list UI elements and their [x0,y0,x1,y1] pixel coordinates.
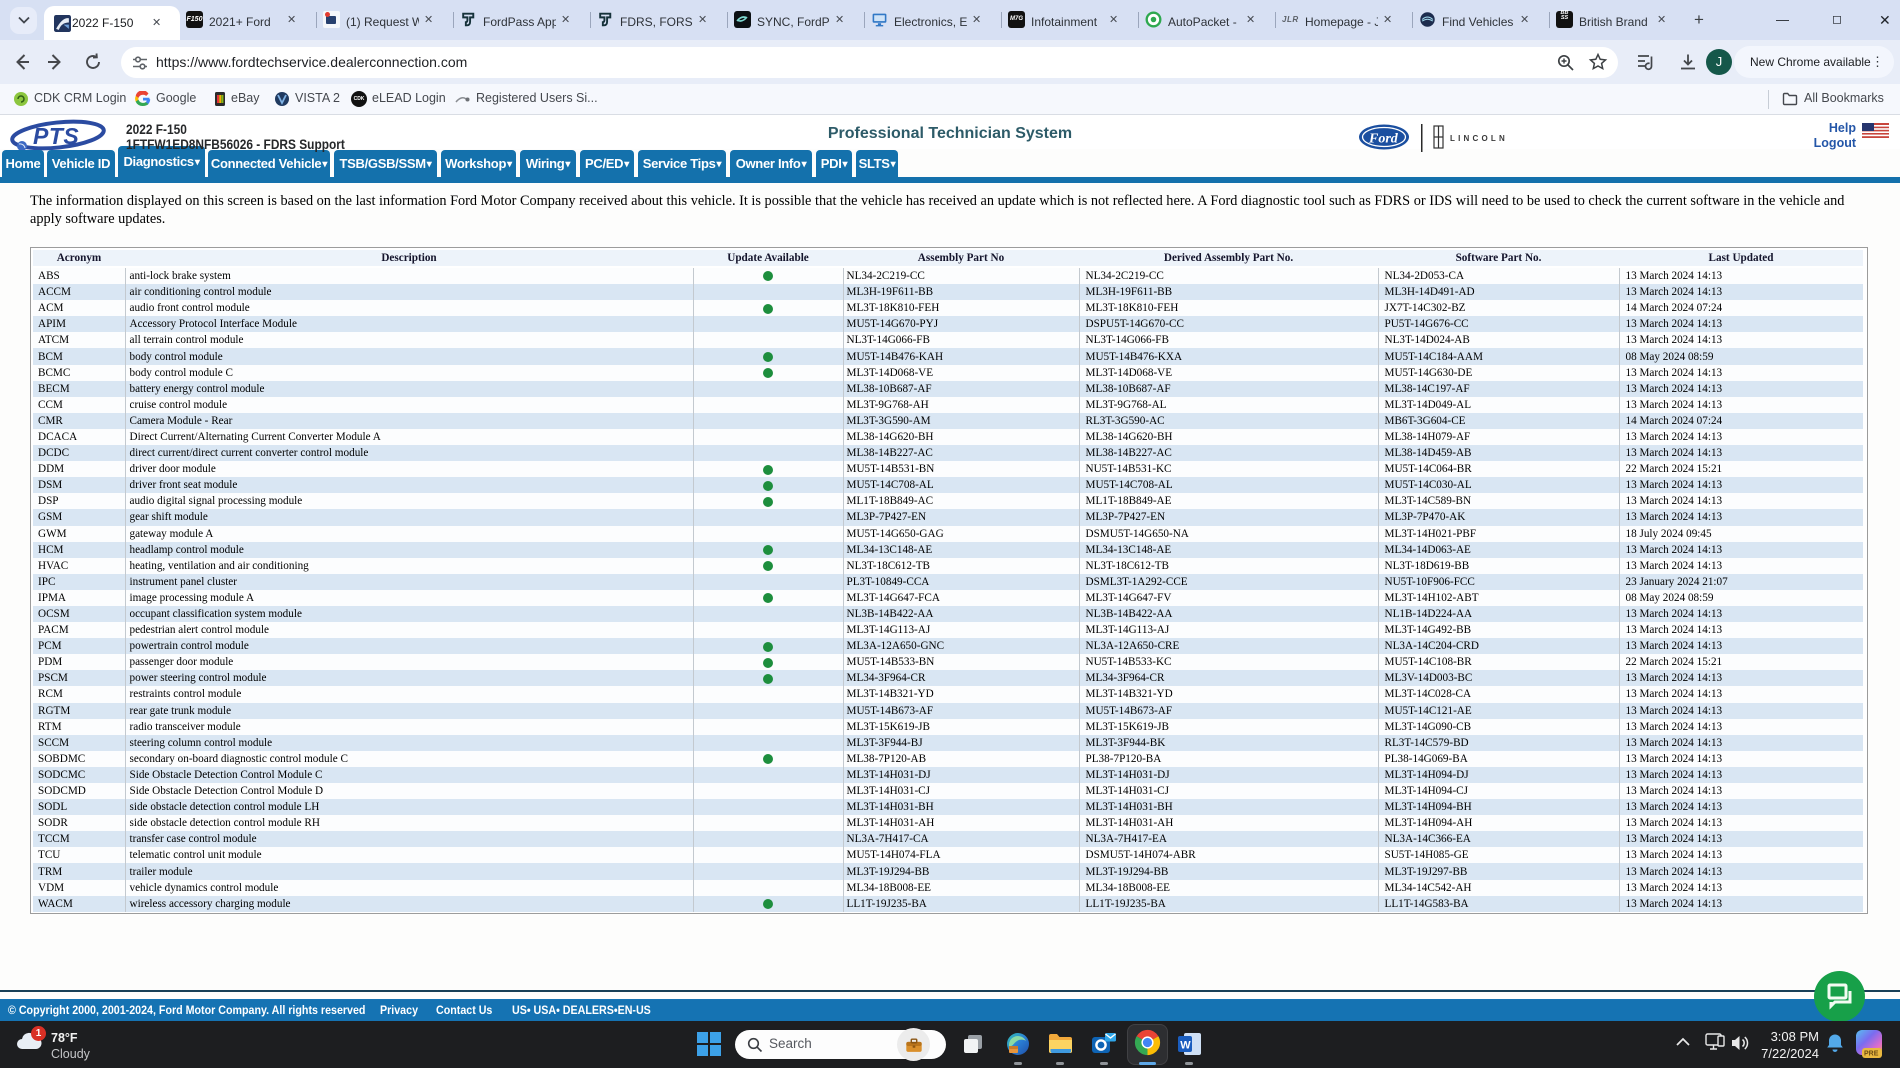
svg-text:W: W [1180,1040,1191,1052]
svg-text:Ford: Ford [1368,132,1399,147]
svg-text:LINCOLN: LINCOLN [1450,134,1508,143]
svg-text:PRE: PRE [1864,1051,1879,1058]
